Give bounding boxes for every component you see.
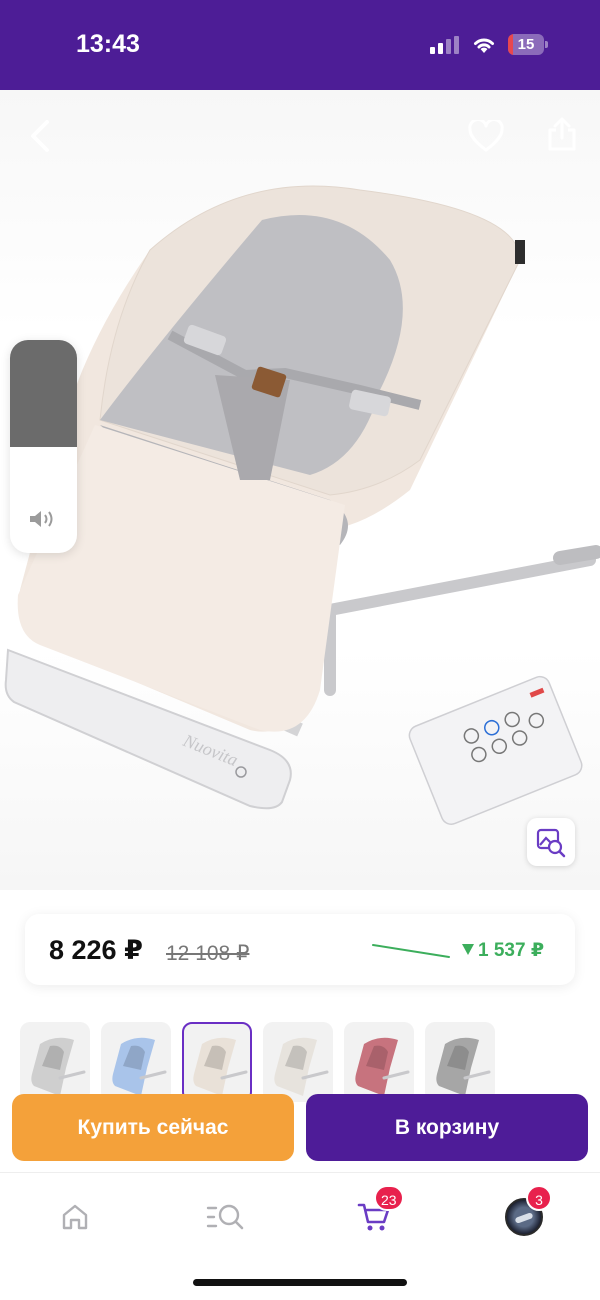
share-icon bbox=[548, 117, 576, 151]
cart-badge: 23 bbox=[374, 1185, 404, 1211]
favorite-button[interactable] bbox=[464, 114, 508, 158]
variant-thumbnail[interactable] bbox=[182, 1022, 252, 1102]
heart-icon bbox=[468, 120, 504, 152]
product-gallery[interactable]: Nuovita bbox=[0, 90, 600, 890]
add-to-cart-button[interactable]: В корзину bbox=[306, 1094, 588, 1161]
catalog-search-icon bbox=[206, 1204, 244, 1230]
battery-icon: 15 bbox=[508, 34, 548, 55]
home-indicator bbox=[193, 1279, 407, 1286]
tab-cart[interactable]: 23 bbox=[350, 1185, 404, 1237]
product-image: Nuovita bbox=[4, 185, 600, 825]
variant-thumbnail[interactable] bbox=[425, 1022, 495, 1102]
tab-home[interactable] bbox=[51, 1197, 99, 1237]
price-card[interactable]: 8 226 ₽ 12 108 ₽ 1 537 ₽ bbox=[25, 914, 575, 985]
old-price: 12 108 ₽ bbox=[166, 942, 250, 965]
status-time: 13:43 bbox=[76, 30, 140, 58]
profile-badge: 3 bbox=[526, 1185, 552, 1211]
share-button[interactable] bbox=[540, 112, 584, 156]
tab-catalog[interactable] bbox=[201, 1197, 249, 1237]
arrow-down-icon bbox=[462, 944, 474, 955]
variant-selector bbox=[20, 1022, 600, 1102]
volume-indicator[interactable] bbox=[10, 340, 77, 553]
status-bar: 13:43 15 bbox=[0, 0, 600, 90]
speaker-icon bbox=[30, 511, 53, 527]
variant-thumbnail[interactable] bbox=[20, 1022, 90, 1102]
home-icon bbox=[62, 1204, 88, 1230]
back-button[interactable] bbox=[20, 116, 60, 156]
volume-level-fill bbox=[10, 340, 77, 447]
variant-thumbnail[interactable] bbox=[263, 1022, 333, 1102]
price-drop: 1 537 ₽ bbox=[462, 939, 544, 962]
wifi-icon bbox=[474, 38, 494, 53]
battery-level: 15 bbox=[517, 36, 535, 53]
variant-thumbnail[interactable] bbox=[344, 1022, 414, 1102]
cellular-signal-icon bbox=[430, 36, 462, 54]
visual-search-button[interactable] bbox=[527, 818, 575, 866]
price-trend-icon bbox=[372, 944, 450, 958]
buy-now-button[interactable]: Купить сейчас bbox=[12, 1094, 294, 1161]
variant-thumbnail[interactable] bbox=[101, 1022, 171, 1102]
current-price: 8 226 ₽ bbox=[49, 935, 143, 965]
tab-profile[interactable]: 3 bbox=[500, 1185, 552, 1237]
image-search-icon bbox=[536, 828, 566, 858]
chevron-left-icon bbox=[31, 120, 49, 152]
